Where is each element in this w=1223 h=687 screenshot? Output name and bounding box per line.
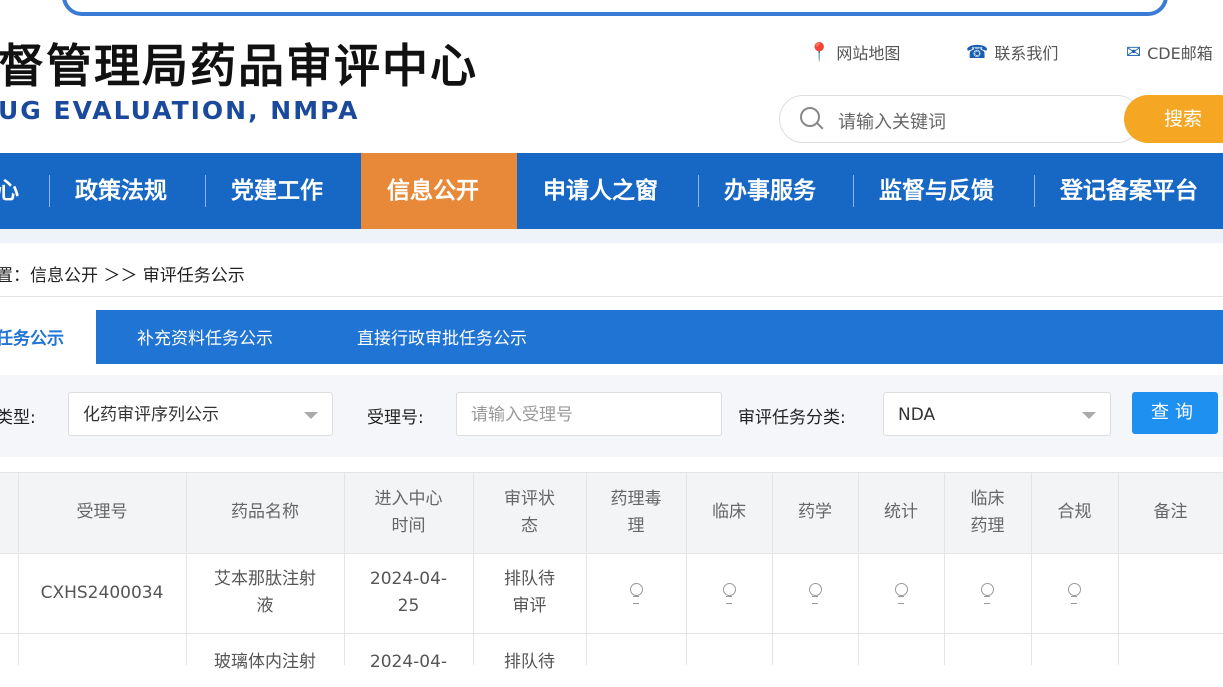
nav-divider <box>49 175 50 207</box>
header-pharmacy: 药学 <box>798 502 832 522</box>
accept-no-placeholder: 请输入受理号 <box>471 405 573 425</box>
header-entry-time: 进入中心 时间 <box>374 488 443 536</box>
site-map-label: 网站地图 <box>836 44 901 63</box>
row2-status: 排队待 <box>504 652 555 672</box>
row2-drug-name: 玻璃体内注射 <box>214 652 316 672</box>
row1-compliance <box>1031 553 1118 633</box>
header-clinical-pharm: 临床 药理 <box>970 488 1005 536</box>
header-note: 备注 <box>1153 502 1188 522</box>
site-map-link[interactable]: 📍 网站地图 <box>808 40 900 64</box>
mail-label: CDE邮箱 <box>1147 44 1213 63</box>
chevron-down-icon <box>1082 412 1096 419</box>
nav-item-service[interactable]: 办事服务 <box>724 153 816 229</box>
chevron-down-icon <box>304 412 318 419</box>
top-frame-border <box>62 0 1168 16</box>
nav-item-info[interactable]: 信息公开 <box>387 153 479 229</box>
nav-item-feedback[interactable]: 监督与反馈 <box>879 153 994 229</box>
category-label: 审评任务分类: <box>738 408 846 428</box>
header-statistics: 统计 <box>884 502 918 522</box>
map-pin-icon: 📍 <box>808 41 831 63</box>
header-accept-no: 受理号 <box>76 502 128 522</box>
lightbulb-icon <box>629 583 643 604</box>
tab-direct-approval[interactable]: 直接行政审批任务公示 <box>357 310 527 364</box>
header-compliance: 合规 <box>1057 502 1092 522</box>
tab-supplement[interactable]: 补充资料任务公示 <box>137 310 273 364</box>
type-select[interactable]: 化药审评序列公示 <box>68 392 333 436</box>
tab-task-public[interactable]: 任务公示 <box>0 310 96 364</box>
row1-clinical-pharm <box>944 553 1031 633</box>
nav-divider <box>205 175 206 207</box>
type-select-value: 化药审评序列公示 <box>83 405 219 425</box>
row1-note <box>1118 553 1223 633</box>
contact-label: 联系我们 <box>994 44 1059 63</box>
nav-item-center[interactable]: 心 <box>0 153 19 229</box>
contact-link[interactable]: ☎ 联系我们 <box>966 40 1058 64</box>
row2-note <box>1118 633 1223 663</box>
nav-divider <box>698 175 699 207</box>
search-input[interactable]: 请输入关键词 <box>779 95 1141 143</box>
row2-accept-no[interactable] <box>18 633 186 687</box>
row1-pharmacy <box>772 553 858 633</box>
header-clinical: 临床 <box>712 502 746 522</box>
lightbulb-icon <box>981 583 994 604</box>
search-icon <box>800 107 820 127</box>
accept-no-label: 受理号: <box>367 408 424 428</box>
row1-date: 2024-04- 25 <box>369 569 448 616</box>
task-tabs: 任务公示 补充资料任务公示 直接行政审批任务公示 <box>0 310 1223 364</box>
accept-no-input[interactable]: 请输入受理号 <box>456 392 722 436</box>
phone-icon: ☎ <box>966 41 989 63</box>
lightbulb-icon <box>894 583 908 604</box>
header-status: 审评状 态 <box>504 488 555 536</box>
category-select-value: NDA <box>898 405 936 425</box>
row1-clinical <box>686 553 772 633</box>
nav-divider <box>1034 175 1035 207</box>
row1-statistics <box>858 553 944 633</box>
nav-item-registration[interactable]: 登记备案平台 <box>1060 153 1198 229</box>
breadcrumb: 置：信息公开 ＞＞ 审评任务公示 <box>0 266 245 286</box>
search-button[interactable]: 搜索 <box>1124 95 1223 143</box>
main-nav: 心 政策法规 党建工作 信息公开 申请人之窗 办事服务 监督与反馈 登记备案平台 <box>0 153 1223 229</box>
category-select[interactable]: NDA <box>883 392 1111 436</box>
row2-date: 2024-04- <box>369 652 448 672</box>
nav-item-policy[interactable]: 政策法规 <box>75 153 167 229</box>
mail-link[interactable]: ✉ CDE邮箱 <box>1126 40 1213 64</box>
lightbulb-icon <box>722 583 736 604</box>
lightbulb-icon <box>1068 583 1081 604</box>
row1-accept-no[interactable]: CXHS2400034 <box>18 553 186 633</box>
nav-divider <box>853 175 854 207</box>
header-pharmtox: 药理毒 理 <box>610 488 662 536</box>
row1-pharmtox <box>586 553 686 633</box>
breadcrumb-divider <box>0 296 1223 297</box>
type-label: 类型: <box>0 408 36 428</box>
query-button[interactable]: 查询 <box>1132 392 1218 434</box>
row1-drug-name: 艾本那肽注射 液 <box>214 569 316 616</box>
nav-shadow-band <box>0 229 1223 243</box>
header-drug-name: 药品名称 <box>231 502 299 522</box>
lightbulb-icon <box>808 583 822 604</box>
site-title-cn: 督管理局药品审评中心 <box>0 39 478 93</box>
row1-status: 排队待 审评 <box>504 569 555 616</box>
mail-icon: ✉ <box>1126 41 1142 63</box>
site-title-en: UG EVALUATION, NMPA <box>0 96 360 125</box>
nav-item-party[interactable]: 党建工作 <box>231 153 323 229</box>
search-placeholder: 请输入关键词 <box>838 112 946 133</box>
nav-item-applicant[interactable]: 申请人之窗 <box>543 153 658 229</box>
